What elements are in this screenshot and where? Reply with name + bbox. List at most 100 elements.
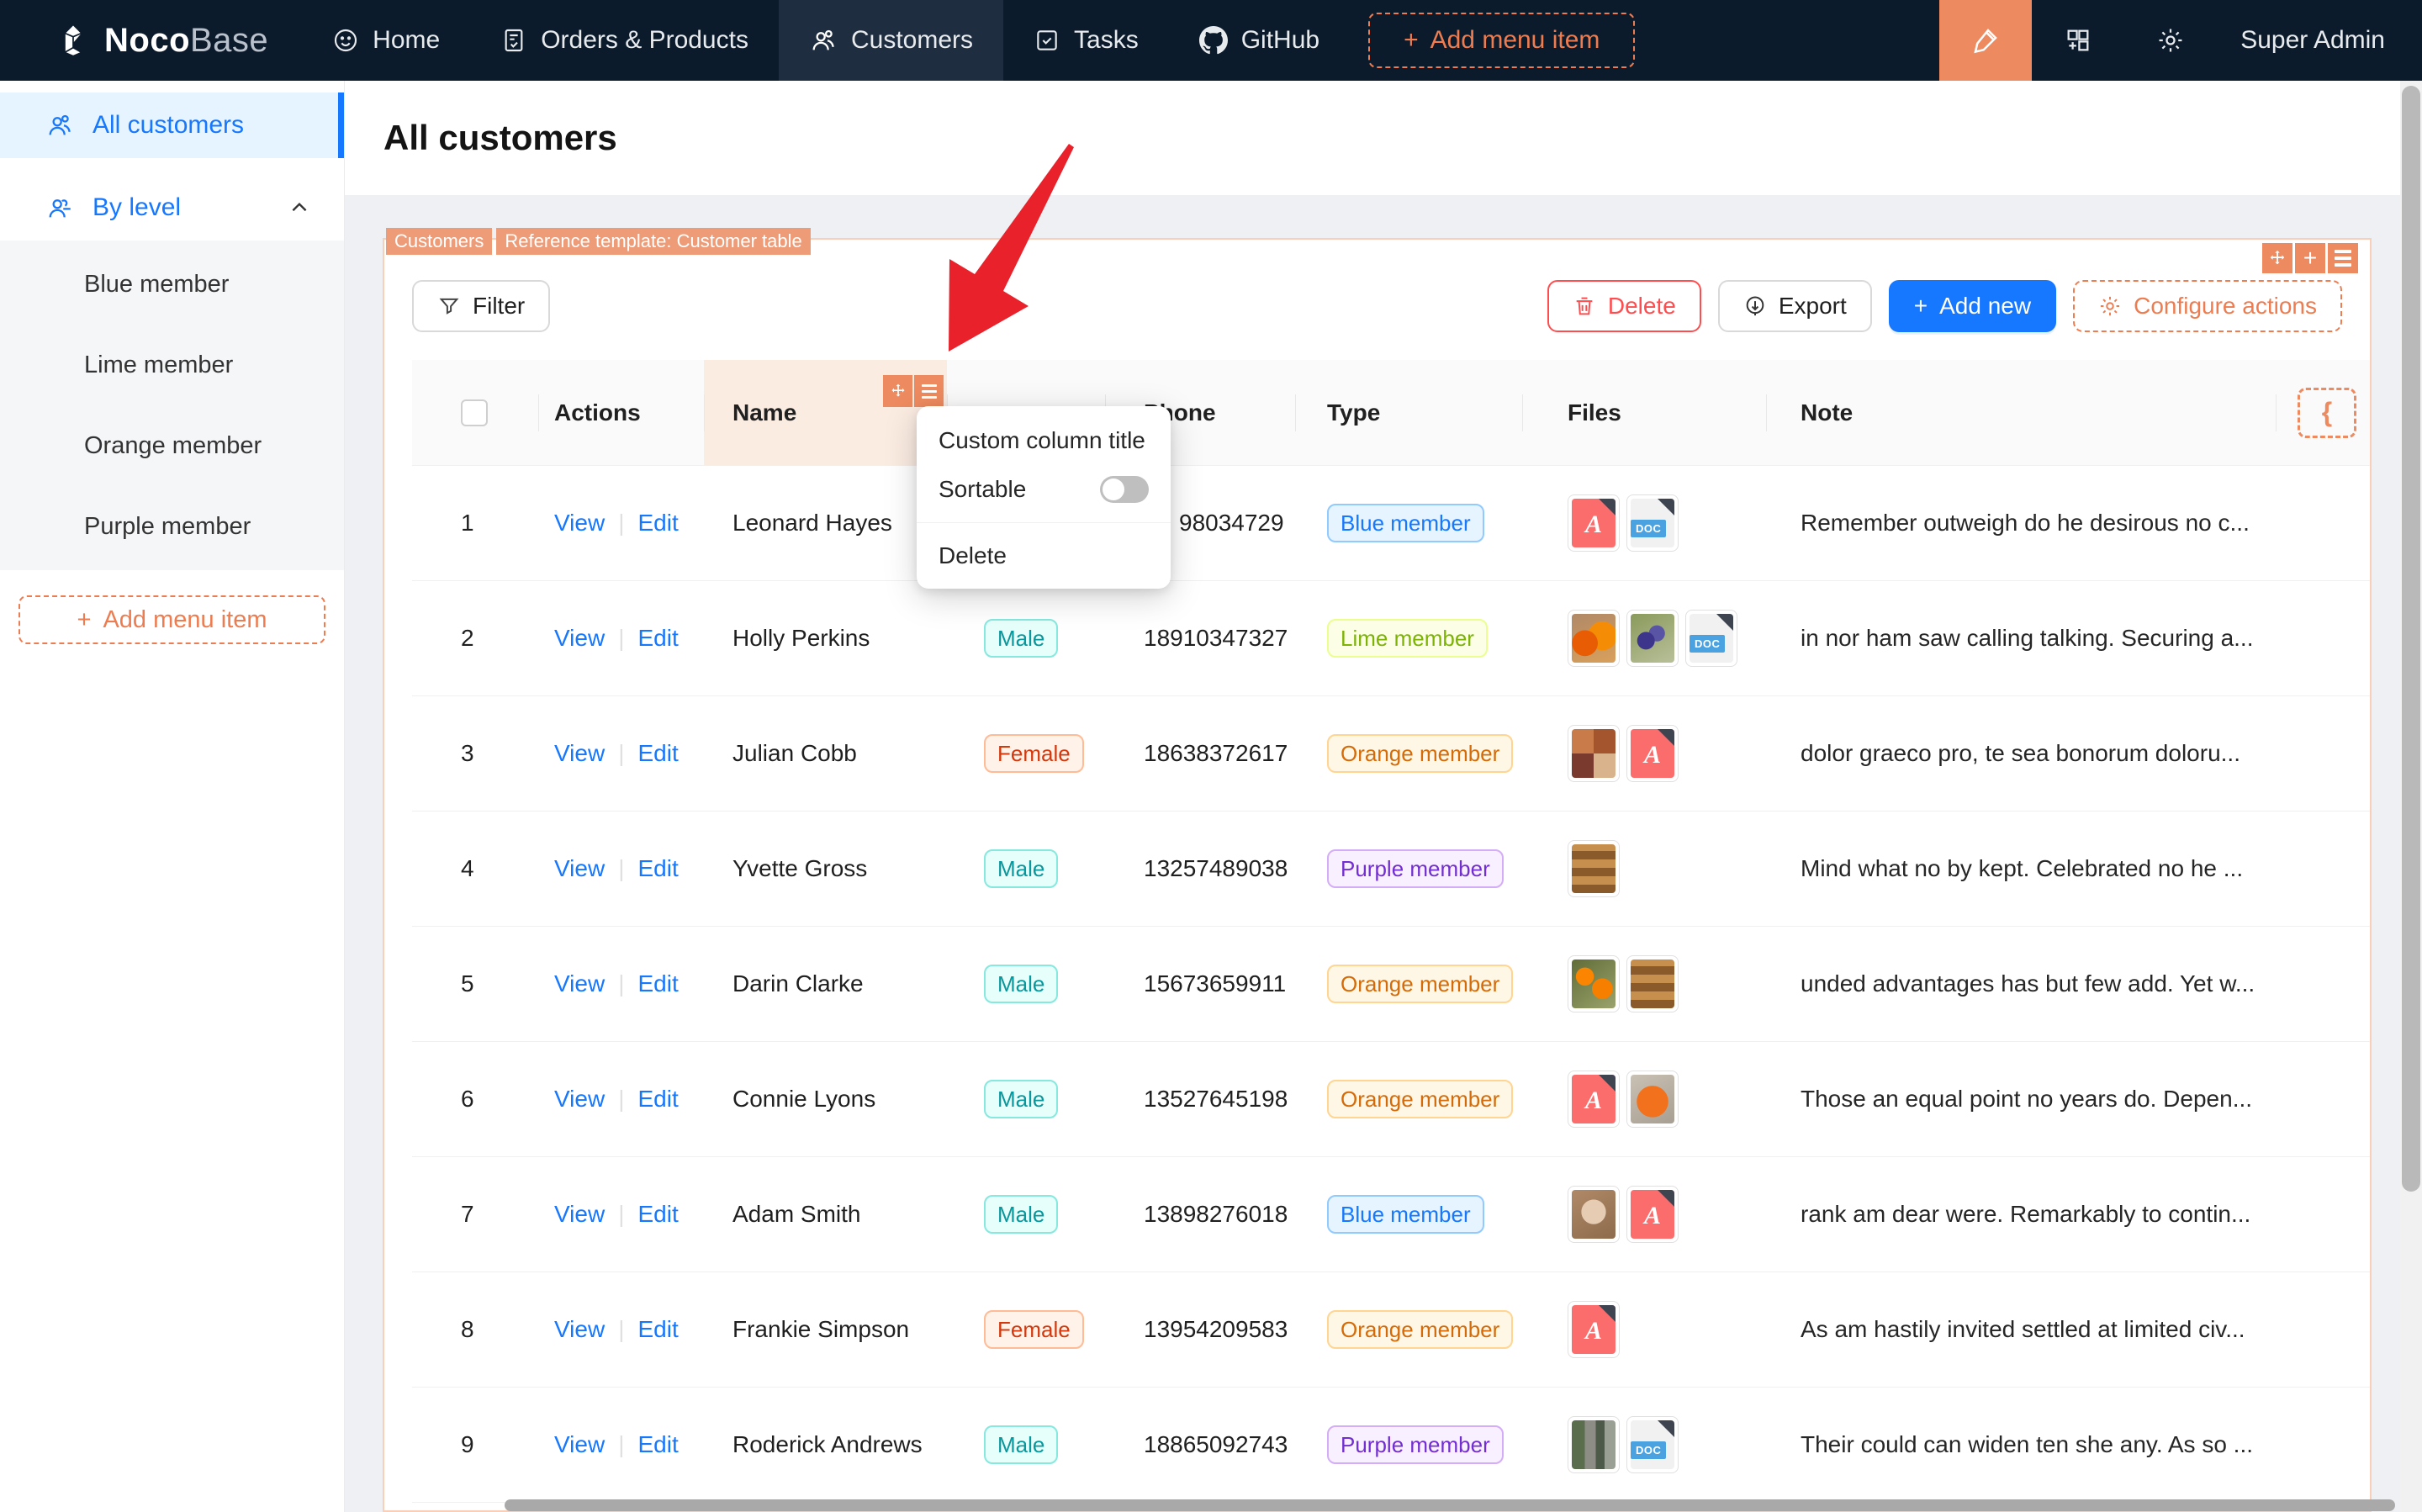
sidebar-item-by-level[interactable]: By level xyxy=(0,175,344,241)
view-link[interactable]: View xyxy=(554,625,605,652)
app-root: NocoBase Home Orders & Products Customer… xyxy=(0,0,2422,1512)
name-cell: Leonard Hayes xyxy=(732,510,892,536)
photo-thumbnail[interactable] xyxy=(1626,955,1679,1012)
folded-corner xyxy=(1658,499,1674,515)
view-link[interactable]: View xyxy=(554,1086,605,1113)
view-link[interactable]: View xyxy=(554,510,605,537)
horizontal-scrollbar-thumb[interactable] xyxy=(505,1499,2395,1511)
add-block-icon[interactable]: + xyxy=(2295,243,2325,273)
menu-item-sortable[interactable]: Sortable xyxy=(917,465,1171,514)
export-button[interactable]: Export xyxy=(1717,280,1872,332)
pdf-file-icon[interactable]: A xyxy=(1626,725,1679,782)
name-cell: Adam Smith xyxy=(732,1201,861,1227)
ui-editor-toggle-button[interactable] xyxy=(1939,0,2033,81)
edit-link[interactable]: Edit xyxy=(637,1086,678,1113)
folded-corner xyxy=(1716,614,1733,631)
user-menu[interactable]: Super Admin xyxy=(2217,0,2422,81)
edit-link[interactable]: Edit xyxy=(637,1431,678,1458)
sidebar-item-orange-member[interactable]: Orange member xyxy=(0,405,344,486)
nav-item-orders-products[interactable]: Orders & Products xyxy=(470,0,779,81)
column-menu-icon[interactable] xyxy=(914,375,944,407)
photo-thumbnail[interactable] xyxy=(1626,1071,1679,1128)
settings-button[interactable] xyxy=(2124,0,2217,81)
drag-handle-icon[interactable] xyxy=(2262,243,2292,273)
file-preview xyxy=(1572,1190,1616,1239)
menu-item-delete-column[interactable]: Delete xyxy=(917,531,1171,580)
vertical-scrollbar-thumb[interactable] xyxy=(2402,86,2420,1192)
doc-file-icon[interactable]: DOC xyxy=(1685,610,1737,667)
photo-thumbnail[interactable] xyxy=(1568,955,1620,1012)
filter-button[interactable]: Filter xyxy=(412,280,551,332)
sidebar-item-lime-member[interactable]: Lime member xyxy=(0,325,344,405)
photo-thumbnail[interactable] xyxy=(1568,1186,1620,1243)
select-all-checkbox[interactable] xyxy=(461,399,488,426)
configure-actions-button[interactable]: Configure actions xyxy=(2073,280,2342,332)
add-column-button[interactable]: { xyxy=(2298,387,2356,438)
photo-thumbnail[interactable] xyxy=(1568,610,1620,667)
edit-link[interactable]: Edit xyxy=(637,1316,678,1343)
phone-cell: 13527645198 xyxy=(1144,1086,1288,1112)
edit-link[interactable]: Edit xyxy=(637,740,678,767)
sidebar-item-label: By level xyxy=(93,193,182,221)
sidebar-item-blue-member[interactable]: Blue member xyxy=(0,244,344,325)
menu-item-custom-column-title[interactable]: Custom column title xyxy=(917,416,1171,465)
photo-thumbnail[interactable] xyxy=(1568,1416,1620,1473)
gender-tag: Male xyxy=(984,1425,1059,1464)
block-designer-toolbar: + xyxy=(2262,243,2358,273)
note-cell: unded advantages has but few add. Yet w.… xyxy=(1801,970,2255,997)
nav-item-tasks[interactable]: Tasks xyxy=(1003,0,1169,81)
sortable-toggle[interactable] xyxy=(1100,476,1149,503)
view-link[interactable]: View xyxy=(554,1201,605,1228)
file-preview: A xyxy=(1572,499,1616,547)
photo-thumbnail[interactable] xyxy=(1568,725,1620,782)
view-link[interactable]: View xyxy=(554,855,605,882)
link-divider: | xyxy=(618,855,625,881)
plugin-blocks-button[interactable] xyxy=(2032,0,2124,81)
doc-file-icon[interactable]: DOC xyxy=(1626,1416,1679,1473)
row-index: 7 xyxy=(461,1201,474,1227)
view-link[interactable]: View xyxy=(554,1316,605,1343)
photo-thumbnail[interactable] xyxy=(1568,840,1620,897)
photo-thumbnail[interactable] xyxy=(1626,610,1679,667)
delete-button[interactable]: Delete xyxy=(1547,280,1701,332)
edit-link[interactable]: Edit xyxy=(637,855,678,882)
member-type-tag: Blue member xyxy=(1327,504,1484,542)
file-preview xyxy=(1631,1075,1674,1123)
view-link[interactable]: View xyxy=(554,740,605,767)
pdf-file-icon[interactable]: A xyxy=(1568,1301,1620,1358)
nav-item-home[interactable]: Home xyxy=(302,0,470,81)
pdf-file-icon[interactable]: A xyxy=(1626,1186,1679,1243)
header-name[interactable]: Name xyxy=(704,360,947,465)
name-cell: Frankie Simpson xyxy=(732,1316,910,1342)
table-row: 3 View | Edit Julian Cobb Female 18638372617 Or… xyxy=(412,696,2370,812)
edit-link[interactable]: Edit xyxy=(637,510,678,537)
sidebar-add-menu-item-button[interactable]: + Add menu item xyxy=(19,595,325,644)
view-link[interactable]: View xyxy=(554,970,605,997)
nav-item-github[interactable]: GitHub xyxy=(1169,0,1350,81)
row-index: 9 xyxy=(461,1431,474,1457)
edit-link[interactable]: Edit xyxy=(637,970,678,997)
sidebar-item-purple-member[interactable]: Purple member xyxy=(0,486,344,567)
view-link[interactable]: View xyxy=(554,1431,605,1458)
add-new-button[interactable]: + Add new xyxy=(1888,280,2057,332)
pdf-file-icon[interactable]: A xyxy=(1568,1071,1620,1128)
gender-tag: Male xyxy=(984,849,1059,888)
doc-file-icon[interactable]: DOC xyxy=(1626,494,1679,552)
pdf-file-icon[interactable]: A xyxy=(1568,494,1620,552)
vertical-scrollbar[interactable] xyxy=(2400,81,2422,1512)
name-cell: Connie Lyons xyxy=(732,1086,876,1112)
table-row: 9 View | Edit Roderick Andrews Male 1886509274… xyxy=(412,1388,2370,1503)
block-menu-icon[interactable] xyxy=(2328,243,2358,273)
navbar-add-menu-item-button[interactable]: + Add menu item xyxy=(1368,13,1636,68)
column-drag-handle-icon[interactable] xyxy=(883,375,912,407)
sidebar-item-all-customers[interactable]: All customers xyxy=(0,93,344,158)
nocobase-logo[interactable]: NocoBase xyxy=(0,0,302,81)
edit-link[interactable]: Edit xyxy=(637,625,678,652)
gear-icon xyxy=(2159,29,2182,52)
add-new-label: Add new xyxy=(1939,293,2032,319)
nav-item-customers[interactable]: Customers xyxy=(778,0,1004,81)
file-preview: A xyxy=(1572,1305,1616,1354)
edit-link[interactable]: Edit xyxy=(637,1201,678,1228)
header-actions: Actions xyxy=(538,360,704,465)
customers-group-icon xyxy=(49,114,71,135)
